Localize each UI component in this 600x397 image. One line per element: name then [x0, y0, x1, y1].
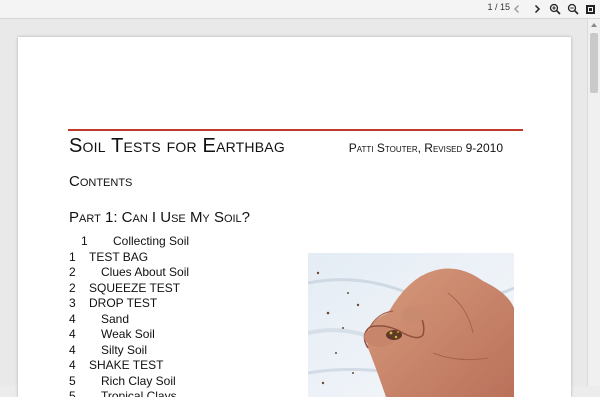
- chevron-left-icon[interactable]: [510, 2, 524, 16]
- toc-entry[interactable]: 3 DROP TEST: [69, 296, 309, 312]
- part-heading: Part 1: Can I Use My Soil?: [69, 209, 251, 226]
- toc-entry[interactable]: 4 Weak Soil: [69, 327, 309, 343]
- document-author: Patti Stouter, Revised 9-2010: [348, 141, 503, 155]
- zoom-out-icon[interactable]: [566, 2, 580, 16]
- toc-entry[interactable]: 4 Silty Soil: [69, 343, 309, 359]
- toc-entry[interactable]: 4 Sand: [69, 312, 309, 328]
- page-counter: 1 / 15: [487, 2, 510, 12]
- toc-entry[interactable]: 1 Collecting Soil: [69, 234, 309, 250]
- scroll-up-icon[interactable]: [590, 21, 598, 29]
- toc-entry[interactable]: 4 SHAKE TEST: [69, 358, 309, 374]
- vertical-scrollbar[interactable]: [587, 19, 600, 386]
- toc-entry[interactable]: 2 Clues About Soil: [69, 265, 309, 281]
- scrollbar-thumb[interactable]: [590, 33, 598, 93]
- toc-entry[interactable]: 5 Rich Clay Soil: [69, 374, 309, 390]
- document-title: Soil Tests for Earthbag: [69, 135, 285, 157]
- document-viewport[interactable]: Soil Tests for Earthbag Patti Stouter, R…: [0, 19, 588, 397]
- title-rule: [68, 129, 523, 131]
- table-of-contents: 1 Collecting Soil 1 TEST BAG 2 Clues About …: [69, 234, 309, 397]
- zoom-in-icon[interactable]: [548, 2, 562, 16]
- fullscreen-icon[interactable]: [583, 2, 597, 16]
- viewer-toolbar: 1 / 15: [0, 0, 600, 19]
- toc-entry[interactable]: 5 Tropical Clays: [69, 389, 309, 397]
- toc-entry[interactable]: 1 TEST BAG: [69, 250, 309, 266]
- soil-sample-photo: [308, 253, 514, 397]
- document-page: Soil Tests for Earthbag Patti Stouter, R…: [18, 37, 571, 397]
- contents-heading: Contents: [69, 173, 133, 190]
- toc-entry[interactable]: 2 SQUEEZE TEST: [69, 281, 309, 297]
- chevron-right-icon[interactable]: [530, 2, 544, 16]
